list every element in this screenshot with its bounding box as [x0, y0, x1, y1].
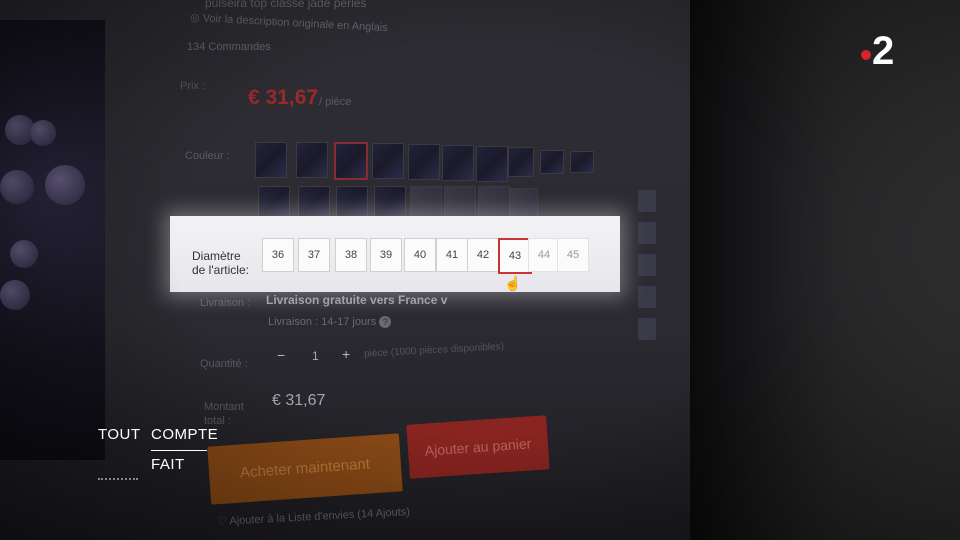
pearl-icon	[45, 165, 85, 205]
color-swatch-selected[interactable]	[334, 142, 368, 180]
pearl-icon	[0, 170, 34, 204]
color-swatch[interactable]	[255, 142, 287, 178]
quantity-increase-button[interactable]: +	[342, 346, 350, 362]
size-option[interactable]: 40	[404, 238, 436, 272]
size-option[interactable]: 41	[436, 238, 468, 272]
logo-dot-icon	[861, 50, 871, 60]
title-dots	[98, 478, 138, 482]
monitor-bezel	[660, 0, 960, 540]
color-swatch[interactable]	[372, 143, 404, 179]
size-selector-highlight: Diamètre de l'article: 36 37 38 39 40 41…	[170, 216, 620, 292]
product-image[interactable]	[0, 20, 105, 460]
heart-icon: ♡	[216, 515, 230, 529]
size-label: Diamètre de l'article:	[192, 249, 249, 277]
size-option[interactable]: 39	[370, 238, 402, 272]
globe-icon: ◎	[189, 11, 204, 25]
price-unit: / pièce	[319, 96, 352, 108]
color-swatch[interactable]	[476, 146, 508, 182]
social-share-bar	[638, 190, 658, 350]
title-underline	[151, 450, 207, 451]
size-option[interactable]: 37	[298, 238, 330, 272]
quantity-label: Quantité :	[200, 358, 248, 370]
pinterest-icon[interactable]	[638, 222, 656, 244]
size-option[interactable]: 45	[557, 238, 589, 272]
wishlist-link[interactable]: ♡ Ajouter à la Liste d'envies (14 Ajouts…	[217, 505, 410, 528]
color-swatch[interactable]	[510, 188, 538, 218]
size-option[interactable]: 44	[528, 238, 560, 272]
france-2-logo: 2	[860, 30, 910, 72]
pearl-icon	[30, 120, 56, 146]
delivery-label: Livraison :	[200, 297, 251, 309]
listing-title: pulseira top classe jade perles	[205, 0, 367, 10]
original-description-link[interactable]: ◎ Voir la description originale en Angla…	[190, 11, 388, 34]
vk-icon[interactable]	[638, 254, 656, 276]
size-option[interactable]: 38	[335, 238, 367, 272]
add-to-cart-button[interactable]: Ajouter au panier	[406, 415, 550, 479]
quantity-input[interactable]: 1	[312, 349, 319, 363]
price-value: € 31,67	[248, 86, 319, 109]
color-swatch[interactable]	[540, 150, 564, 174]
color-swatch[interactable]	[296, 142, 328, 178]
color-swatch[interactable]	[508, 147, 534, 177]
total-label: Montant total :	[204, 401, 244, 427]
delivery-value[interactable]: Livraison gratuite vers France v	[266, 293, 447, 307]
size-option-selected[interactable]: 43	[498, 238, 532, 274]
help-icon[interactable]: ?	[379, 316, 392, 328]
delivery-time: Livraison : 14-17 jours ?	[268, 316, 392, 328]
size-option[interactable]: 36	[262, 238, 294, 272]
total-value: € 31,67	[272, 392, 326, 409]
color-swatch[interactable]	[570, 151, 594, 173]
quantity-decrease-button[interactable]: −	[277, 347, 285, 363]
quantity-available: pièce (1000 pièces disponibles)	[363, 341, 505, 360]
mouse-cursor-icon: ☝	[504, 275, 522, 291]
share-icon[interactable]	[638, 318, 656, 340]
price-label: Prix :	[180, 80, 206, 92]
pearl-icon	[0, 280, 30, 310]
pearl-icon	[10, 240, 38, 268]
color-swatch[interactable]	[408, 144, 440, 180]
twitter-icon[interactable]	[638, 286, 656, 308]
color-swatch[interactable]	[442, 145, 474, 181]
color-label: Couleur :	[185, 150, 230, 162]
size-option[interactable]: 42	[467, 238, 499, 272]
orders-count: 134 Commandes	[187, 41, 271, 53]
facebook-icon[interactable]	[638, 190, 656, 212]
buy-now-button[interactable]: Acheter maintenant	[207, 433, 403, 505]
